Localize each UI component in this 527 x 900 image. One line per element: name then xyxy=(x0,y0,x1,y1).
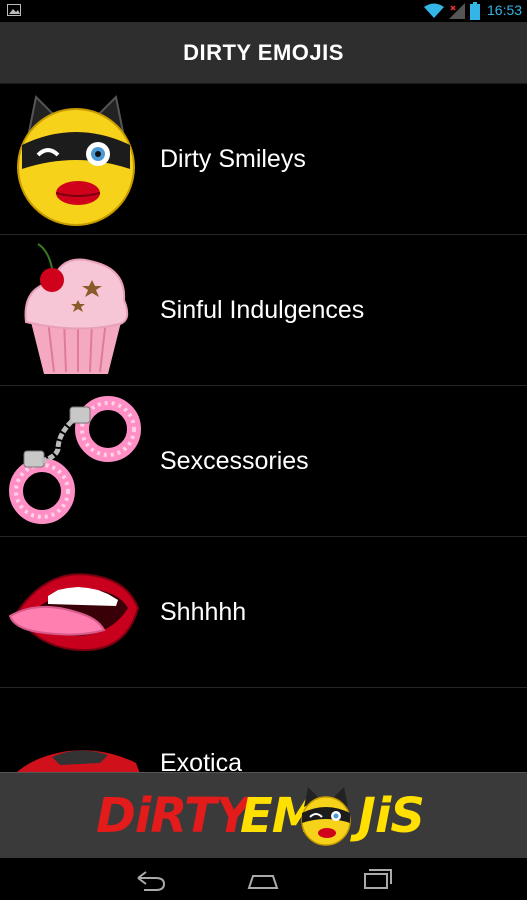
status-bar: 16:53 xyxy=(0,0,527,22)
signal-icon xyxy=(449,3,465,19)
list-item-label: Exotica xyxy=(160,749,242,772)
list-item-label: Shhhhh xyxy=(160,598,247,626)
back-icon[interactable] xyxy=(134,866,166,892)
system-nav-bar xyxy=(0,858,527,900)
mouth-tongue-icon xyxy=(8,573,140,652)
recent-apps-icon[interactable] xyxy=(361,866,393,892)
red-sports-car-icon xyxy=(17,750,140,772)
list-item-label: Sexcessories xyxy=(160,447,309,475)
logo-text-jis: JiS xyxy=(358,788,425,844)
category-list: Dirty Smileys Sinful Indulgences Sexcess… xyxy=(0,84,527,772)
list-item-shhhhh[interactable]: Shhhhh xyxy=(0,537,527,688)
list-item-exotica[interactable]: Exotica xyxy=(0,688,527,772)
list-item-sexcessories[interactable]: Sexcessories xyxy=(0,386,527,537)
winking-cat-logo-icon xyxy=(301,787,351,846)
list-item-sinful-indulgences[interactable]: Sinful Indulgences xyxy=(0,235,527,386)
wifi-icon xyxy=(424,3,444,18)
list-item-dirty-smileys[interactable]: Dirty Smileys xyxy=(0,84,527,235)
winking-cat-smiley-icon xyxy=(17,94,135,226)
app-bar: DIRTY EMOJIS xyxy=(0,22,527,84)
brand-banner[interactable]: DiRTY EM JiS xyxy=(0,772,527,859)
fluffy-handcuffs-icon xyxy=(9,396,141,524)
logo-text-dirty: DiRTY xyxy=(96,788,251,844)
gallery-notification-icon xyxy=(7,4,21,16)
list-item-label: Dirty Smileys xyxy=(160,145,306,173)
list-item-label: Sinful Indulgences xyxy=(160,296,365,324)
cupcake-icon xyxy=(24,243,129,374)
clock: 16:53 xyxy=(487,2,523,18)
battery-icon xyxy=(470,2,480,20)
home-icon[interactable] xyxy=(247,866,279,892)
page-title: DIRTY EMOJIS xyxy=(183,39,344,65)
